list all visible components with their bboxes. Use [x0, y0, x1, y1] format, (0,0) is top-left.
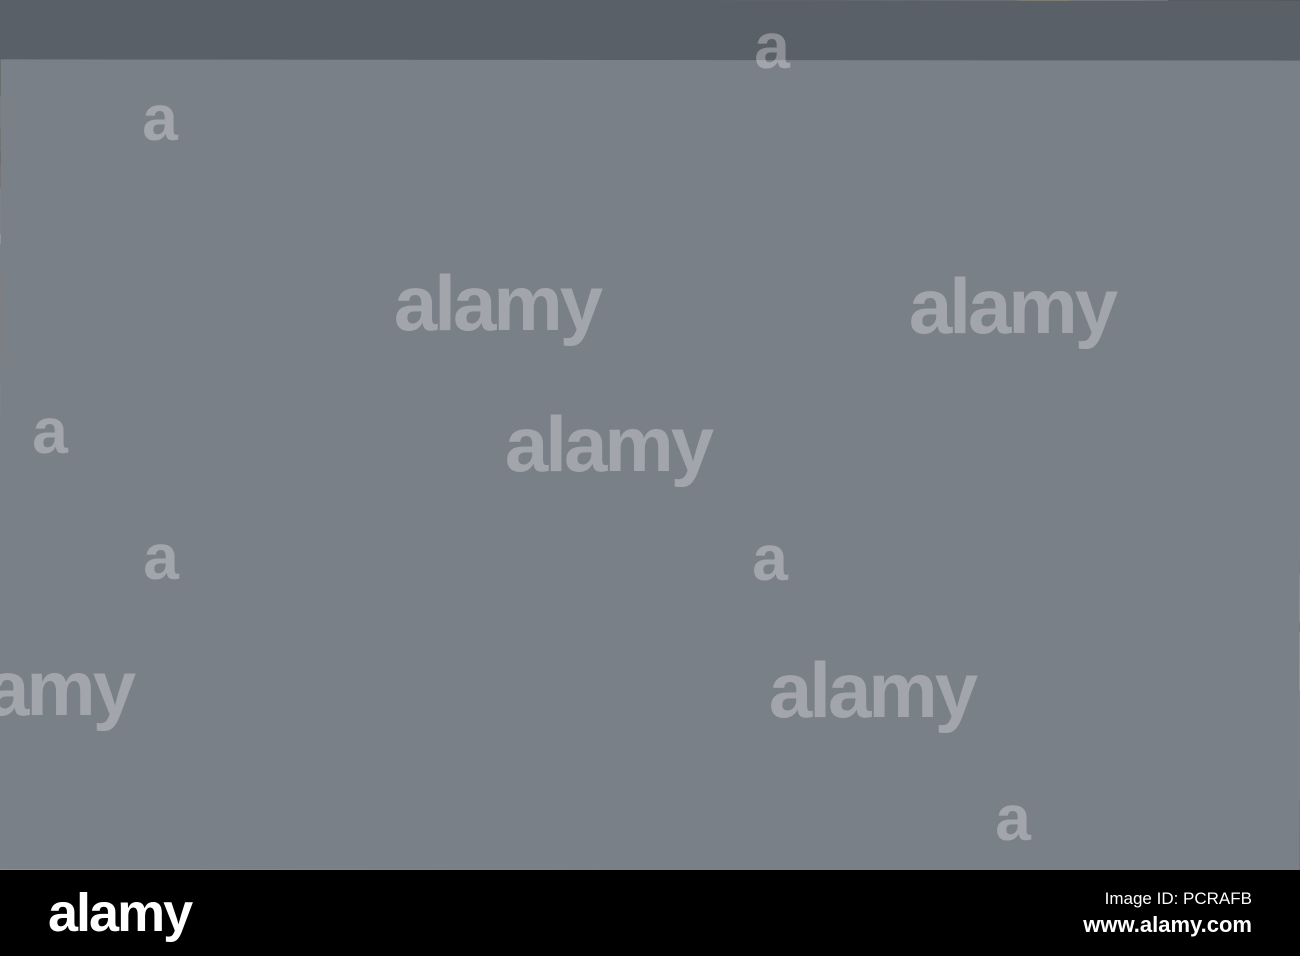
alamy-logo: alamy [48, 883, 193, 943]
stock-photo-page: alamy alamy alamy alamy alamy a a a a a … [0, 0, 1300, 956]
alamy-watermark-letter: a [995, 782, 1031, 854]
alamy-watermark-letter: a [754, 10, 790, 82]
alamy-watermark: alamy [769, 646, 978, 734]
aerial-photo: alamy alamy alamy alamy alamy a a a a a … [0, 0, 1300, 870]
alamy-watermark-letter: a [32, 395, 68, 467]
alamy-watermark: alamy [394, 259, 603, 347]
alamy-footer-bar: alamy Image ID: PCRAFB www.alamy.com [0, 870, 1300, 956]
alamy-watermark-letter: a [142, 82, 178, 154]
alamy-watermark: alamy [909, 262, 1118, 350]
alamy-url-text: www.alamy.com [1083, 911, 1252, 937]
image-id-text: Image ID: PCRAFB [1104, 888, 1252, 908]
alamy-watermark-letter: a [752, 522, 788, 594]
alamy-watermark-letter: a [143, 521, 179, 593]
alamy-watermark: alamy [505, 400, 714, 488]
alamy-watermark: alamy [0, 644, 136, 732]
